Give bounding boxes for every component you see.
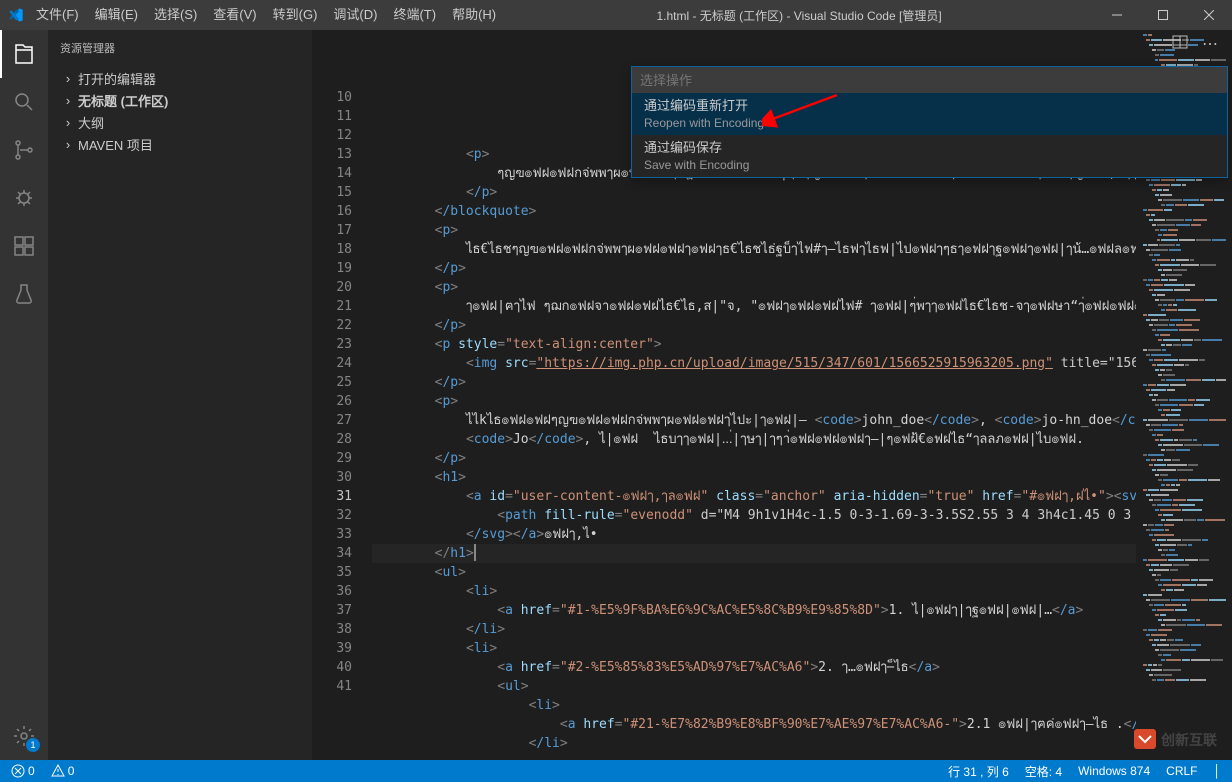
split-editor-icon[interactable] bbox=[1172, 34, 1188, 54]
sidebar-item-maven[interactable]: ›MAVEN 项目 bbox=[48, 133, 312, 155]
status-cursor-position[interactable]: 行 31 , 列 6 bbox=[945, 763, 1012, 780]
menu-bar: 文件(F) 编辑(E) 选择(S) 查看(V) 转到(G) 调试(D) 终端(T… bbox=[28, 0, 504, 30]
dropdown-item-sub: Save with Encoding bbox=[644, 157, 1215, 173]
status-errors[interactable]: 0 bbox=[8, 764, 38, 778]
statusbar: 0 0 行 31 , 列 6 空格: 4 Windows 874 CRLF │ bbox=[0, 760, 1232, 782]
menu-view[interactable]: 查看(V) bbox=[205, 0, 264, 30]
activity-test[interactable] bbox=[0, 270, 48, 318]
menu-debug[interactable]: 调试(D) bbox=[325, 0, 385, 30]
activity-explorer[interactable] bbox=[0, 30, 48, 78]
status-encoding[interactable]: Windows 874 bbox=[1075, 764, 1153, 778]
editor-area: ⋯ 10111213141516171819202122232425262728… bbox=[312, 30, 1232, 760]
titlebar: 文件(F) 编辑(E) 选择(S) 查看(V) 转到(G) 调试(D) 终端(T… bbox=[0, 0, 1232, 30]
sidebar-item-outline[interactable]: ›大纲 bbox=[48, 111, 312, 133]
sidebar-title: 资源管理器 bbox=[48, 30, 312, 65]
dropdown-item-title: 通过编码保存 bbox=[644, 139, 1215, 157]
activity-search[interactable] bbox=[0, 78, 48, 126]
sidebar-explorer: 资源管理器 ›打开的编辑器 ›无标题 (工作区) ›大纲 ›MAVEN 项目 bbox=[48, 30, 312, 760]
menu-help[interactable]: 帮助(H) bbox=[444, 0, 504, 30]
menu-go[interactable]: 转到(G) bbox=[265, 0, 326, 30]
sidebar-item-label: 大纲 bbox=[78, 113, 104, 132]
activity-bar: 1 bbox=[0, 30, 48, 760]
line-number-gutter: 1011121314151617181920212223242526272829… bbox=[312, 30, 372, 760]
dropdown-item-reopen-encoding[interactable]: 通过编码重新打开 Reopen with Encoding bbox=[632, 93, 1227, 135]
sidebar-item-label: 打开的编辑器 bbox=[78, 69, 156, 88]
vscode-logo-icon bbox=[8, 7, 24, 23]
activity-debug[interactable] bbox=[0, 174, 48, 222]
menu-file[interactable]: 文件(F) bbox=[28, 0, 87, 30]
activity-extensions[interactable] bbox=[0, 222, 48, 270]
menu-terminal[interactable]: 终端(T) bbox=[385, 0, 444, 30]
status-errors-count: 0 bbox=[28, 764, 35, 778]
chevron-right-icon: › bbox=[60, 136, 76, 152]
status-warnings-count: 0 bbox=[68, 764, 75, 778]
command-palette-input-wrapper bbox=[631, 66, 1228, 94]
sidebar-item-workspace[interactable]: ›无标题 (工作区) bbox=[48, 89, 312, 111]
sidebar-item-open-editors[interactable]: ›打开的编辑器 bbox=[48, 67, 312, 89]
sidebar-item-label: MAVEN 项目 bbox=[78, 135, 153, 154]
menu-edit[interactable]: 编辑(E) bbox=[87, 0, 146, 30]
settings-badge: 1 bbox=[26, 738, 40, 752]
dropdown-item-save-encoding[interactable]: 通过编码保存 Save with Encoding bbox=[632, 135, 1227, 177]
activity-settings[interactable]: 1 bbox=[0, 712, 48, 760]
chevron-right-icon: › bbox=[60, 92, 76, 108]
chevron-right-icon: › bbox=[60, 114, 76, 130]
status-lang[interactable]: │ bbox=[1211, 764, 1225, 778]
menu-select[interactable]: 选择(S) bbox=[146, 0, 205, 30]
chevron-right-icon: › bbox=[60, 70, 76, 86]
status-eol[interactable]: CRLF bbox=[1163, 764, 1200, 778]
sidebar-item-label: 无标题 (工作区) bbox=[78, 91, 168, 110]
status-warnings[interactable]: 0 bbox=[48, 764, 78, 778]
command-palette: 通过编码重新打开 Reopen with Encoding 通过编码保存 Sav… bbox=[631, 66, 1228, 178]
activity-source-control[interactable] bbox=[0, 126, 48, 174]
status-indentation[interactable]: 空格: 4 bbox=[1022, 763, 1065, 780]
dropdown-item-sub: Reopen with Encoding bbox=[644, 115, 1215, 131]
maximize-button[interactable] bbox=[1140, 0, 1186, 30]
command-palette-input[interactable] bbox=[632, 67, 1227, 93]
close-button[interactable] bbox=[1186, 0, 1232, 30]
window-title: 1.html - 无标题 (工作区) - Visual Studio Code … bbox=[656, 7, 941, 24]
dropdown-item-title: 通过编码重新打开 bbox=[644, 97, 1215, 115]
more-icon[interactable]: ⋯ bbox=[1202, 34, 1218, 54]
minimize-button[interactable] bbox=[1094, 0, 1140, 30]
